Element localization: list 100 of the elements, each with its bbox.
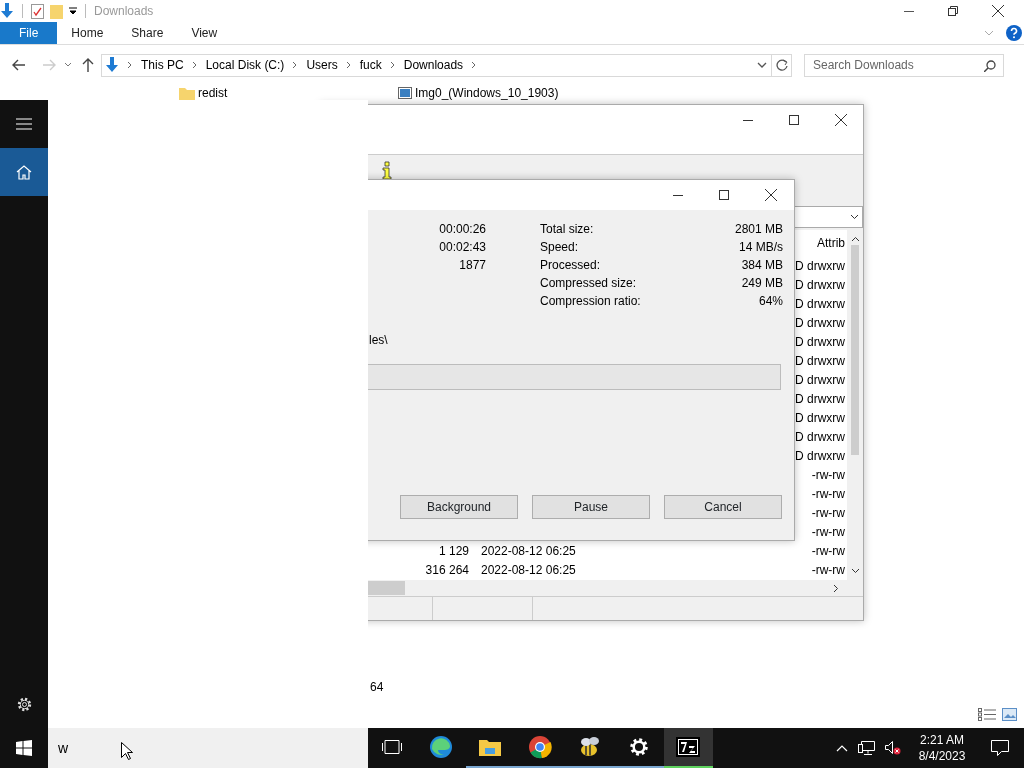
file-attributes: D drwxrw <box>795 409 846 427</box>
close-icon[interactable] <box>992 5 1004 17</box>
volume-muted-icon[interactable] <box>885 741 901 755</box>
stat-label: Compression ratio: <box>540 293 641 310</box>
stat-value: 00:00:26 <box>438 221 486 238</box>
ribbon-tab[interactable]: Share <box>117 22 178 44</box>
breadcrumb-item[interactable]: This PC <box>141 56 184 74</box>
address-bar[interactable]: This PC Local Disk (C:) Users fuck Downloads <box>101 53 772 77</box>
text-fragment: 64 <box>370 679 384 696</box>
dialog-button[interactable]: Cancel <box>664 495 782 519</box>
stat-value: 64% <box>758 293 783 310</box>
menu-icon <box>16 118 32 130</box>
window-title: Downloads <box>94 3 154 20</box>
stat-value: 384 MB <box>741 257 783 274</box>
modified-date: 2022-08-12 06:25 <box>480 561 577 579</box>
rail-item[interactable] <box>0 148 48 196</box>
large-icons-view-icon[interactable] <box>1002 708 1017 721</box>
search-icon[interactable] <box>984 59 996 72</box>
file-name[interactable]: redist <box>198 84 228 102</box>
file-attributes: D drwxrw <box>795 390 846 408</box>
recent-dropdown-icon[interactable] <box>64 62 72 68</box>
stat-label: Compressed size: <box>540 275 637 292</box>
stat-label: Total size: <box>540 221 594 238</box>
search-field[interactable]: w <box>48 728 368 768</box>
mouse-pointer-icon <box>121 741 133 760</box>
file-attributes: D drwxrw <box>795 333 846 351</box>
stat-value: 14 MB/s <box>739 239 783 256</box>
dialog-button[interactable]: Pause <box>532 495 650 519</box>
maximize-icon[interactable] <box>719 190 729 200</box>
stat-label: Processed: <box>540 257 601 274</box>
image-file-icon <box>398 87 412 99</box>
file-attributes: -rw-rw <box>811 561 846 579</box>
file-attributes: D drwxrw <box>795 428 846 446</box>
file-attributes: -rw-rw <box>811 466 846 484</box>
scroll-thumb[interactable] <box>851 244 859 455</box>
breadcrumb-item[interactable]: Users <box>306 56 338 74</box>
file-name[interactable]: Img0_(Windows_10_1903) <box>415 84 559 102</box>
chevron-right-icon <box>389 61 396 69</box>
file-attributes: -rw-rw <box>811 485 846 503</box>
up-arrow-icon[interactable] <box>82 58 94 72</box>
browser-circle-icon <box>527 735 552 759</box>
browser-swirl-icon <box>428 735 453 759</box>
details-view-icon[interactable] <box>978 708 996 721</box>
close-icon[interactable] <box>835 113 847 126</box>
settings-icon <box>627 736 650 758</box>
folder-icon <box>479 738 502 756</box>
scroll-down-icon[interactable] <box>850 567 860 574</box>
taskbar-app[interactable] <box>663 728 713 768</box>
info-icon[interactable] <box>381 161 393 180</box>
ribbon-tab[interactable]: File <box>0 22 58 44</box>
scroll-up-icon[interactable] <box>850 235 860 242</box>
stat-label: Speed: <box>540 239 579 256</box>
file-attributes: D drwxrw <box>795 371 846 389</box>
chevron-right-icon <box>292 61 299 69</box>
history-dropdown-icon[interactable] <box>757 62 767 68</box>
download-arrow-icon <box>105 57 119 73</box>
ribbon-tab[interactable]: View <box>177 22 232 44</box>
file-size: 1 129 <box>437 542 469 560</box>
chevron-up-icon[interactable] <box>836 744 848 752</box>
stat-value: 249 MB <box>741 275 783 292</box>
home-icon <box>16 164 32 180</box>
vertical-scrollbar[interactable] <box>847 229 863 580</box>
download-arrow-icon <box>0 3 14 19</box>
file-attributes: D drwxrw <box>795 257 846 275</box>
file-attributes: D drwxrw <box>795 276 846 294</box>
dropdown-caret-icon[interactable] <box>69 7 77 15</box>
breadcrumb-item[interactable]: fuck <box>359 56 382 74</box>
search-field[interactable]: Search Downloads <box>804 53 1004 77</box>
dialog-button[interactable]: Background <box>400 495 518 519</box>
breadcrumb-item[interactable]: Local Disk (C:) <box>205 56 285 74</box>
restore-icon[interactable] <box>948 6 958 16</box>
scroll-right-icon[interactable] <box>833 583 839 593</box>
clock-time[interactable]: 2:21 AM <box>911 732 973 748</box>
file-attributes: D drwxrw <box>795 352 846 370</box>
column-header[interactable]: Attrib <box>817 233 845 253</box>
chevron-down-icon <box>850 213 859 220</box>
back-arrow-icon[interactable] <box>12 59 26 71</box>
file-attributes: D drwxrw <box>795 314 846 332</box>
settings-icon <box>15 695 33 713</box>
windows-logo-icon <box>16 740 32 756</box>
file-size: 316 264 <box>424 561 469 579</box>
modified-date: 2022-08-12 06:25 <box>480 542 577 560</box>
close-icon[interactable] <box>765 189 777 201</box>
network-icon[interactable] <box>858 740 875 756</box>
refresh-icon <box>775 59 788 71</box>
maximize-icon[interactable] <box>789 114 799 125</box>
breadcrumb-item[interactable]: Downloads <box>403 56 464 74</box>
properties-icon[interactable] <box>31 3 44 19</box>
file-attributes: D drwxrw <box>795 295 846 313</box>
notification-icon[interactable] <box>991 740 1009 756</box>
path-text: les\ <box>369 332 388 349</box>
clock-date[interactable]: 8/4/2023 <box>911 748 973 764</box>
stat-value: 2801 MB <box>734 221 783 238</box>
ribbon-tab[interactable]: Home <box>57 22 118 44</box>
stat-value: 1877 <box>458 257 486 274</box>
chevron-right-icon <box>345 61 352 69</box>
refresh-button[interactable] <box>772 53 792 77</box>
file-attributes: D drwxrw <box>795 447 846 465</box>
help-icon[interactable] <box>1006 25 1022 41</box>
chevron-right-icon <box>471 61 478 69</box>
